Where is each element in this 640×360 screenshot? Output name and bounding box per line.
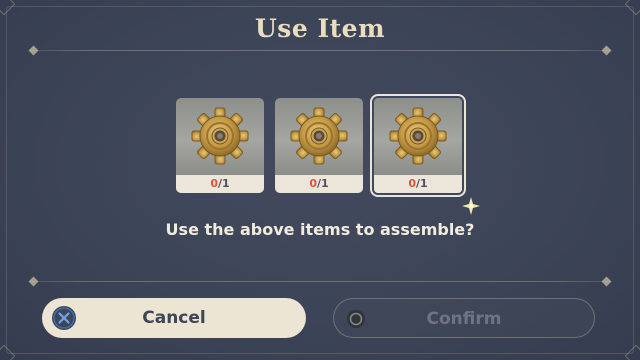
title-divider <box>30 50 610 51</box>
corner-ornament <box>624 344 640 360</box>
cancel-button[interactable]: Cancel <box>42 298 306 338</box>
gear-icon <box>275 98 363 175</box>
selection-sparkle-icon <box>462 197 480 215</box>
item-count: 0/1 <box>275 175 363 193</box>
divider-diamond <box>601 45 612 56</box>
divider-diamond <box>601 276 612 287</box>
corner-ornament <box>0 344 16 360</box>
divider-diamond <box>28 276 39 287</box>
divider-diamond <box>28 45 39 56</box>
gear-icon <box>176 98 264 175</box>
use-item-dialog: Use Item 0/1 0/1 0/1 Use the above items… <box>0 0 640 360</box>
confirm-label: Confirm <box>426 309 502 329</box>
item-slot[interactable]: 0/1 <box>176 98 264 193</box>
cancel-label: Cancel <box>142 308 206 328</box>
item-slot-selected[interactable]: 0/1 <box>370 94 466 197</box>
dialog-title: Use Item <box>254 14 386 43</box>
button-divider <box>30 281 610 282</box>
item-slot[interactable]: 0/1 <box>275 98 363 193</box>
confirm-button[interactable]: Confirm <box>333 298 595 338</box>
gear-icon <box>374 98 462 175</box>
item-count: 0/1 <box>374 175 462 193</box>
assemble-prompt: Use the above items to assemble? <box>165 220 475 239</box>
item-count: 0/1 <box>176 175 264 193</box>
item-list: 0/1 0/1 0/1 <box>0 94 640 197</box>
